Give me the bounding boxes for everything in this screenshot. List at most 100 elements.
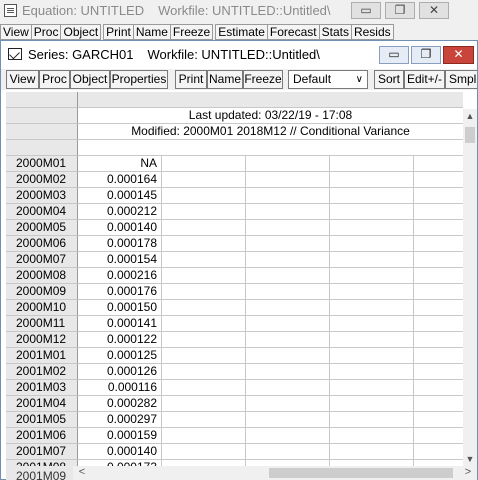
empty-cell[interactable] bbox=[414, 188, 463, 204]
empty-cell[interactable] bbox=[162, 188, 246, 204]
scroll-right-icon[interactable]: > bbox=[461, 466, 475, 480]
empty-cell[interactable] bbox=[246, 156, 330, 172]
empty-cell[interactable] bbox=[246, 188, 330, 204]
empty-cell[interactable] bbox=[414, 236, 463, 252]
value-cell[interactable]: NA bbox=[78, 156, 162, 172]
row-header-obs[interactable]: 2001M04 bbox=[6, 396, 78, 412]
empty-cell[interactable] bbox=[330, 316, 414, 332]
empty-cell[interactable] bbox=[162, 172, 246, 188]
eq-forecast-button[interactable]: Forecast bbox=[266, 24, 320, 40]
row-header-obs[interactable]: 2001M01 bbox=[6, 348, 78, 364]
empty-cell[interactable] bbox=[246, 268, 330, 284]
row-header-obs[interactable]: 2000M09 bbox=[6, 284, 78, 300]
value-cell[interactable]: 0.000282 bbox=[78, 396, 162, 412]
empty-cell[interactable] bbox=[414, 156, 463, 172]
empty-cell[interactable] bbox=[246, 204, 330, 220]
empty-cell[interactable] bbox=[330, 332, 414, 348]
name-button[interactable]: Name bbox=[207, 70, 243, 89]
empty-cell[interactable] bbox=[330, 300, 414, 316]
empty-cell[interactable] bbox=[162, 252, 246, 268]
value-cell[interactable]: 0.000176 bbox=[78, 284, 162, 300]
value-cell[interactable]: 0.000140 bbox=[78, 444, 162, 460]
empty-cell[interactable] bbox=[162, 332, 246, 348]
empty-cell[interactable] bbox=[414, 220, 463, 236]
row-header-obs[interactable]: 2001M07 bbox=[6, 444, 78, 460]
empty-cell[interactable] bbox=[414, 444, 463, 460]
empty-cell[interactable] bbox=[246, 348, 330, 364]
row-header-obs[interactable]: 2000M06 bbox=[6, 236, 78, 252]
scroll-up-icon[interactable]: ▲ bbox=[463, 109, 477, 123]
value-cell[interactable]: 0.000140 bbox=[78, 220, 162, 236]
empty-cell[interactable] bbox=[246, 220, 330, 236]
empty-cell[interactable] bbox=[330, 364, 414, 380]
empty-cell[interactable] bbox=[162, 348, 246, 364]
empty-cell[interactable] bbox=[246, 428, 330, 444]
value-cell[interactable]: 0.000141 bbox=[78, 316, 162, 332]
column-header[interactable] bbox=[78, 92, 463, 108]
row-header-obs[interactable]: 2000M01 bbox=[6, 156, 78, 172]
row-header-obs[interactable]: 2000M11 bbox=[6, 316, 78, 332]
value-cell[interactable]: 0.000297 bbox=[78, 412, 162, 428]
empty-cell[interactable] bbox=[330, 156, 414, 172]
empty-cell[interactable] bbox=[330, 204, 414, 220]
print-button[interactable]: Print bbox=[175, 70, 207, 89]
eq-resids-button[interactable]: Resids bbox=[350, 24, 394, 40]
empty-cell[interactable] bbox=[162, 316, 246, 332]
empty-cell[interactable] bbox=[414, 364, 463, 380]
empty-cell[interactable] bbox=[330, 236, 414, 252]
empty-cell[interactable] bbox=[414, 396, 463, 412]
empty-cell[interactable] bbox=[246, 444, 330, 460]
empty-cell[interactable] bbox=[330, 380, 414, 396]
row-header-obs[interactable]: 2001M05 bbox=[6, 412, 78, 428]
empty-cell[interactable] bbox=[162, 300, 246, 316]
eq-print-button[interactable]: Print bbox=[103, 24, 134, 40]
row-header-obs[interactable]: 2000M08 bbox=[6, 268, 78, 284]
value-cell[interactable]: 0.000216 bbox=[78, 268, 162, 284]
row-header-obs[interactable]: 2001M06 bbox=[6, 428, 78, 444]
row-header-obs[interactable]: 2000M02 bbox=[6, 172, 78, 188]
row-header-obs[interactable]: 2000M10 bbox=[6, 300, 78, 316]
equation-minimize-button[interactable]: ▭ bbox=[351, 2, 381, 19]
value-cell[interactable]: 0.000178 bbox=[78, 236, 162, 252]
empty-cell[interactable] bbox=[162, 268, 246, 284]
value-cell[interactable]: 0.000126 bbox=[78, 364, 162, 380]
empty-cell[interactable] bbox=[330, 268, 414, 284]
value-cell[interactable]: 0.000122 bbox=[78, 332, 162, 348]
value-cell[interactable]: 0.000150 bbox=[78, 300, 162, 316]
eq-stats-button[interactable]: Stats bbox=[318, 24, 352, 40]
series-spreadsheet[interactable]: Last updated: 03/22/19 - 17:08 Modified:… bbox=[6, 92, 463, 466]
value-cell[interactable]: 0.000116 bbox=[78, 380, 162, 396]
value-cell[interactable]: 0.000145 bbox=[78, 188, 162, 204]
empty-cell[interactable] bbox=[330, 220, 414, 236]
series-restore-button[interactable]: ❐ bbox=[411, 46, 441, 64]
empty-cell[interactable] bbox=[162, 364, 246, 380]
row-header-obs[interactable]: 2000M04 bbox=[6, 204, 78, 220]
empty-cell[interactable] bbox=[414, 380, 463, 396]
series-minimize-button[interactable]: ▭ bbox=[379, 46, 409, 64]
equation-restore-button[interactable]: ❐ bbox=[385, 2, 415, 19]
equation-close-button[interactable]: ✕ bbox=[419, 2, 449, 19]
empty-cell[interactable] bbox=[246, 300, 330, 316]
empty-cell[interactable] bbox=[330, 428, 414, 444]
empty-cell[interactable] bbox=[162, 412, 246, 428]
horizontal-scrollbar[interactable]: < > bbox=[73, 466, 477, 480]
smpl-toggle-button[interactable]: Smpl+ bbox=[445, 70, 477, 89]
empty-cell[interactable] bbox=[414, 172, 463, 188]
empty-cell[interactable] bbox=[162, 220, 246, 236]
empty-cell[interactable] bbox=[162, 380, 246, 396]
row-header-obs[interactable]: 2000M05 bbox=[6, 220, 78, 236]
empty-cell[interactable] bbox=[330, 348, 414, 364]
empty-cell[interactable] bbox=[330, 412, 414, 428]
view-button[interactable]: View bbox=[6, 70, 39, 89]
empty-cell[interactable] bbox=[414, 300, 463, 316]
proc-button[interactable]: Proc bbox=[39, 70, 70, 89]
empty-cell[interactable] bbox=[414, 348, 463, 364]
display-mode-select[interactable]: Default ∨ bbox=[288, 70, 368, 89]
empty-cell[interactable] bbox=[162, 428, 246, 444]
empty-cell[interactable] bbox=[414, 268, 463, 284]
empty-cell[interactable] bbox=[246, 252, 330, 268]
empty-cell[interactable] bbox=[162, 204, 246, 220]
row-header-obs[interactable]: 2000M03 bbox=[6, 188, 78, 204]
series-close-button[interactable]: ✕ bbox=[443, 46, 474, 64]
scroll-down-icon[interactable]: ▼ bbox=[463, 452, 477, 466]
